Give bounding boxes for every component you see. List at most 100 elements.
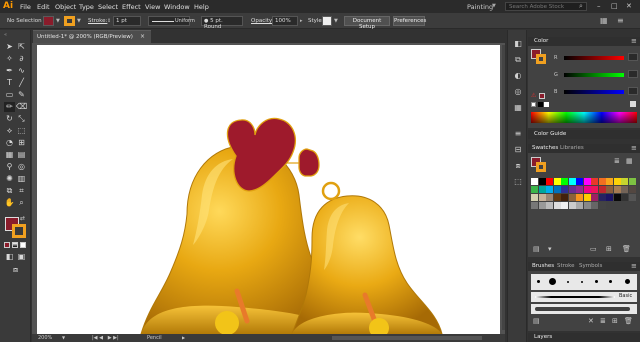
color-swatch[interactable] bbox=[598, 186, 606, 193]
pathfinder-icon[interactable]: ⧈ bbox=[512, 160, 524, 171]
lasso-tool-icon[interactable]: ∂ bbox=[16, 54, 27, 64]
charcoal-brush-row[interactable] bbox=[531, 304, 637, 314]
color-swatch[interactable] bbox=[553, 202, 561, 209]
color-swatch[interactable] bbox=[531, 178, 538, 185]
change-screen-mode-icon[interactable]: ⧈ bbox=[10, 265, 21, 275]
show-kinds-icon[interactable]: ▾ bbox=[548, 245, 552, 253]
chevron-down-icon[interactable]: ▼ bbox=[334, 18, 338, 24]
color-swatch[interactable] bbox=[538, 178, 546, 185]
artboard-tool-icon[interactable]: ⧉ bbox=[4, 186, 15, 196]
pencil-tool-icon[interactable]: ✏ bbox=[4, 102, 15, 112]
panel-menu-icon[interactable]: ≡ bbox=[617, 16, 624, 25]
hex-swatch[interactable] bbox=[630, 101, 636, 107]
list-view-icon[interactable]: ≣ bbox=[614, 157, 620, 165]
color-swatch[interactable] bbox=[568, 186, 576, 193]
panel-menu-icon[interactable]: ≡ bbox=[631, 262, 637, 270]
graphic-style-swatch[interactable] bbox=[322, 16, 332, 26]
stroke-strip-icon[interactable]: ≡ bbox=[512, 128, 524, 139]
color-swatch[interactable] bbox=[583, 202, 591, 209]
menu-select[interactable]: Select bbox=[98, 3, 118, 11]
color-swatch[interactable] bbox=[598, 202, 606, 209]
blue-value-field[interactable] bbox=[628, 87, 638, 95]
brush-preset[interactable] bbox=[609, 280, 612, 283]
color-swatch[interactable] bbox=[591, 178, 598, 185]
magic-wand-tool-icon[interactable]: ✧ bbox=[4, 54, 15, 64]
properties-icon[interactable]: ◧ bbox=[512, 38, 524, 49]
red-slider[interactable] bbox=[564, 56, 624, 60]
perspective-grid-tool-icon[interactable]: ⊞ bbox=[16, 138, 27, 148]
opacity-label[interactable]: Opacity: bbox=[251, 18, 274, 24]
eraser-tool-icon[interactable]: ⌫ bbox=[16, 102, 27, 112]
artboard[interactable] bbox=[37, 45, 500, 334]
stepper-icon[interactable]: ⇕ bbox=[107, 18, 111, 24]
menu-view[interactable]: View bbox=[145, 3, 160, 11]
color-swatch[interactable] bbox=[613, 178, 621, 185]
panel-stroke-box[interactable] bbox=[536, 54, 546, 64]
color-swatch[interactable] bbox=[576, 194, 583, 201]
thumbnail-view-icon[interactable]: ▦ bbox=[626, 157, 633, 165]
color-swatch[interactable] bbox=[568, 178, 576, 185]
new-swatch-icon[interactable]: ⊞ bbox=[606, 245, 612, 253]
blend-tool-icon[interactable]: ◎ bbox=[16, 162, 27, 172]
color-swatch[interactable] bbox=[606, 178, 613, 185]
chevron-right-icon[interactable]: ▸ bbox=[300, 18, 303, 24]
vertical-scrollbar[interactable] bbox=[502, 45, 505, 330]
white-swatch[interactable] bbox=[544, 102, 549, 107]
workspace-switcher[interactable]: Painting bbox=[467, 3, 493, 11]
blue-slider[interactable] bbox=[564, 90, 624, 94]
color-swatch[interactable] bbox=[531, 202, 538, 209]
color-guide-tab[interactable]: Color Guide bbox=[534, 131, 566, 137]
close-document-icon[interactable]: × bbox=[140, 33, 145, 40]
color-swatch[interactable] bbox=[576, 178, 583, 185]
color-swatch[interactable] bbox=[561, 202, 568, 209]
selection-tool-icon[interactable]: ➤ bbox=[4, 42, 15, 52]
color-swatch[interactable] bbox=[628, 194, 636, 201]
menu-type[interactable]: Type bbox=[79, 3, 94, 11]
right-bell[interactable] bbox=[291, 195, 443, 334]
appearance-icon[interactable]: ◎ bbox=[512, 86, 524, 97]
gradient-tool-icon[interactable]: ▤ bbox=[16, 150, 27, 160]
out-of-gamut-icon[interactable]: ⚠ bbox=[531, 92, 536, 99]
slice-tool-icon[interactable]: ⌗ bbox=[16, 186, 27, 196]
color-swatch[interactable] bbox=[613, 186, 621, 193]
color-swatch[interactable] bbox=[628, 186, 636, 193]
free-transform-tool-icon[interactable]: ⬚ bbox=[16, 126, 27, 136]
color-swatch[interactable] bbox=[576, 186, 583, 193]
color-swatch[interactable] bbox=[583, 178, 591, 185]
color-swatch[interactable] bbox=[546, 194, 553, 201]
panel-menu-icon[interactable]: ≡ bbox=[631, 37, 637, 45]
zoom-level[interactable]: 200% bbox=[38, 335, 52, 341]
maximize-icon[interactable]: □ bbox=[611, 2, 618, 10]
menu-effect[interactable]: Effect bbox=[122, 3, 141, 11]
none-swatch[interactable] bbox=[531, 102, 536, 107]
brush-libraries-icon[interactable]: ▤ bbox=[533, 317, 540, 325]
eyedropper-tool-icon[interactable]: ⚲ bbox=[4, 162, 15, 172]
color-swatch[interactable] bbox=[561, 186, 568, 193]
brush-preset[interactable] bbox=[625, 279, 630, 284]
new-group-icon[interactable]: ▭ bbox=[590, 245, 597, 253]
mesh-tool-icon[interactable]: ▦ bbox=[4, 150, 15, 160]
panel-menu-icon[interactable]: ≡ bbox=[631, 144, 637, 152]
delete-swatch-icon[interactable]: 🗑 bbox=[622, 245, 631, 253]
gamut-swatch[interactable] bbox=[539, 93, 545, 99]
swatches-tab[interactable]: Swatches bbox=[532, 145, 558, 151]
preferences-button[interactable]: Preferences bbox=[393, 16, 426, 26]
color-swatch[interactable] bbox=[576, 202, 583, 209]
draw-mode-icon[interactable]: ◧ bbox=[4, 252, 15, 262]
align-icon[interactable]: ⊟ bbox=[512, 144, 524, 155]
brush-preset[interactable] bbox=[549, 278, 556, 285]
graphic-styles-icon[interactable]: ▦ bbox=[512, 102, 524, 113]
new-brush-icon[interactable]: ⊞ bbox=[612, 317, 618, 325]
color-swatch[interactable] bbox=[583, 186, 591, 193]
symbol-sprayer-tool-icon[interactable]: ✺ bbox=[4, 174, 15, 184]
gradient-mode-icon[interactable] bbox=[12, 242, 18, 248]
color-swatch[interactable] bbox=[621, 186, 628, 193]
color-swatch[interactable] bbox=[531, 194, 538, 201]
stroke-color-box[interactable] bbox=[12, 224, 26, 238]
layers-strip-icon[interactable]: ⧉ bbox=[512, 54, 524, 65]
color-swatch[interactable] bbox=[568, 202, 576, 209]
stroke-label[interactable]: Stroke: bbox=[88, 18, 107, 24]
color-swatch[interactable] bbox=[546, 178, 553, 185]
transform-icon[interactable]: ⬚ bbox=[512, 176, 524, 187]
symbols-tab[interactable]: Symbols bbox=[579, 263, 602, 269]
